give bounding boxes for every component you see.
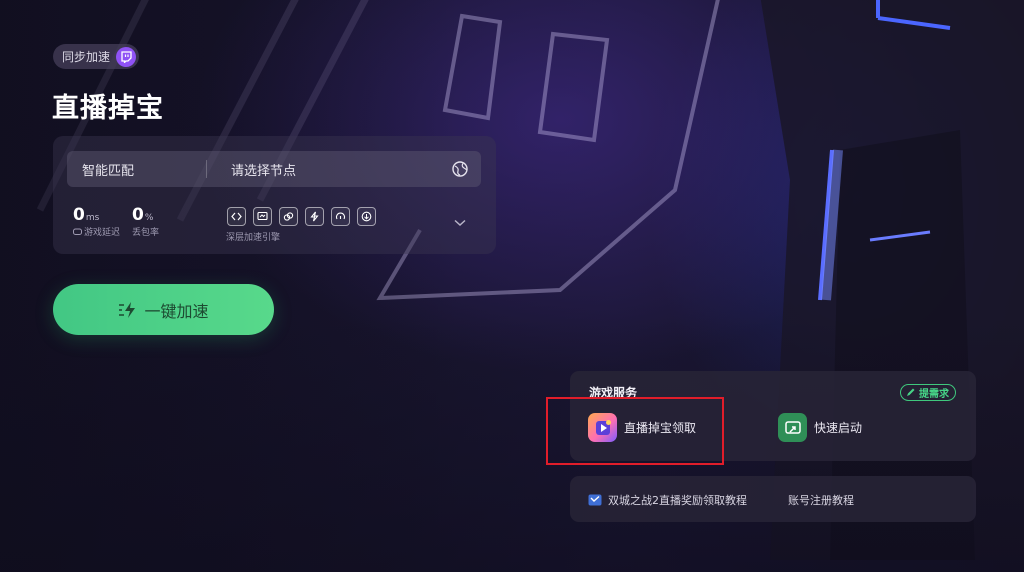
packet-loss-stat: 0% 丢包率 xyxy=(132,205,159,238)
tutorial-panel: 双城之战2直播奖励领取教程 账号注册教程 xyxy=(570,476,976,522)
sync-label: 同步加速 xyxy=(62,50,111,64)
page-title: 直播掉宝 xyxy=(52,93,164,124)
request-feature-button[interactable]: 提需求 xyxy=(900,384,956,401)
gamepad-icon[interactable] xyxy=(331,207,350,226)
highlight-annotation xyxy=(546,397,724,465)
screen-icon[interactable] xyxy=(253,207,272,226)
node-selector-row[interactable]: 智能匹配 请选择节点 xyxy=(67,151,481,187)
service-item-quick-launch[interactable]: 快速启动 xyxy=(778,413,862,442)
tutorial-icon xyxy=(588,494,602,506)
download-icon[interactable] xyxy=(357,207,376,226)
sync-accelerate-pill[interactable]: 同步加速 xyxy=(53,44,140,69)
service-label: 快速启动 xyxy=(814,421,863,435)
tutorial-label: 双城之战2直播奖励领取教程 xyxy=(608,494,747,507)
quick-launch-icon xyxy=(778,413,807,442)
latency-label: 游戏延迟 xyxy=(73,225,120,238)
code-icon[interactable] xyxy=(227,207,246,226)
lightning-icon xyxy=(119,301,136,318)
engine-icon-row xyxy=(227,207,376,226)
loss-unit: % xyxy=(144,213,154,223)
twitch-icon xyxy=(116,46,137,67)
latency-stat: 0ms 游戏延迟 xyxy=(73,205,120,238)
tutorial-link-register[interactable]: 账号注册教程 xyxy=(788,492,854,508)
pencil-icon xyxy=(907,388,915,396)
chevron-down-icon[interactable] xyxy=(454,219,466,227)
gamepad-small-icon xyxy=(73,228,82,235)
latency-value: 0 xyxy=(73,205,85,225)
tutorial-link-arcane[interactable]: 双城之战2直播奖励领取教程 xyxy=(588,492,747,508)
accelerate-label: 一键加速 xyxy=(144,301,209,321)
smart-match-option[interactable]: 智能匹配 xyxy=(67,160,206,179)
one-click-accelerate-button[interactable]: 一键加速 xyxy=(53,284,274,335)
tutorial-label: 账号注册教程 xyxy=(788,494,854,507)
engine-label: 深层加速引擎 xyxy=(226,233,281,243)
bolt-icon[interactable] xyxy=(305,207,324,226)
node-select-dropdown[interactable]: 请选择节点 xyxy=(207,160,451,179)
globe-icon[interactable] xyxy=(451,160,469,178)
latency-unit: ms xyxy=(85,213,100,223)
loss-label: 丢包率 xyxy=(132,228,160,238)
link-icon[interactable] xyxy=(279,207,298,226)
loss-value: 0 xyxy=(132,205,144,225)
request-label: 提需求 xyxy=(919,389,949,400)
